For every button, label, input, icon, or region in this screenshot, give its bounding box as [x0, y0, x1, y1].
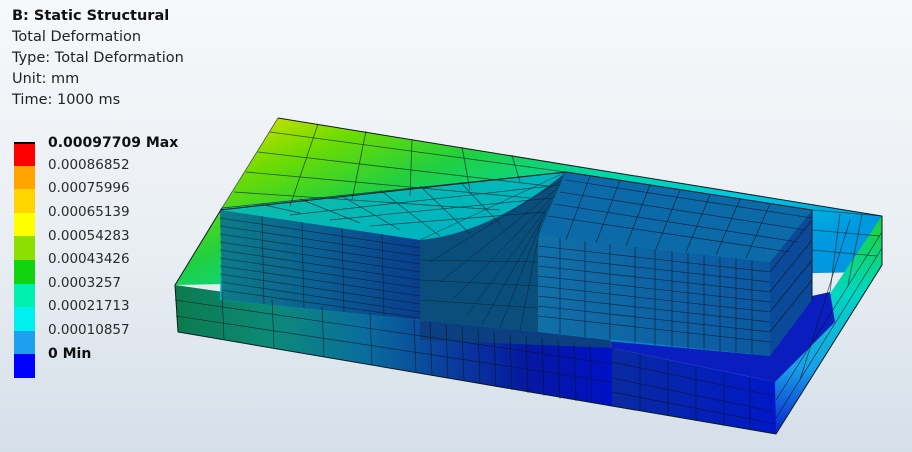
fea-mesh-model-icon[interactable]: [0, 0, 912, 452]
